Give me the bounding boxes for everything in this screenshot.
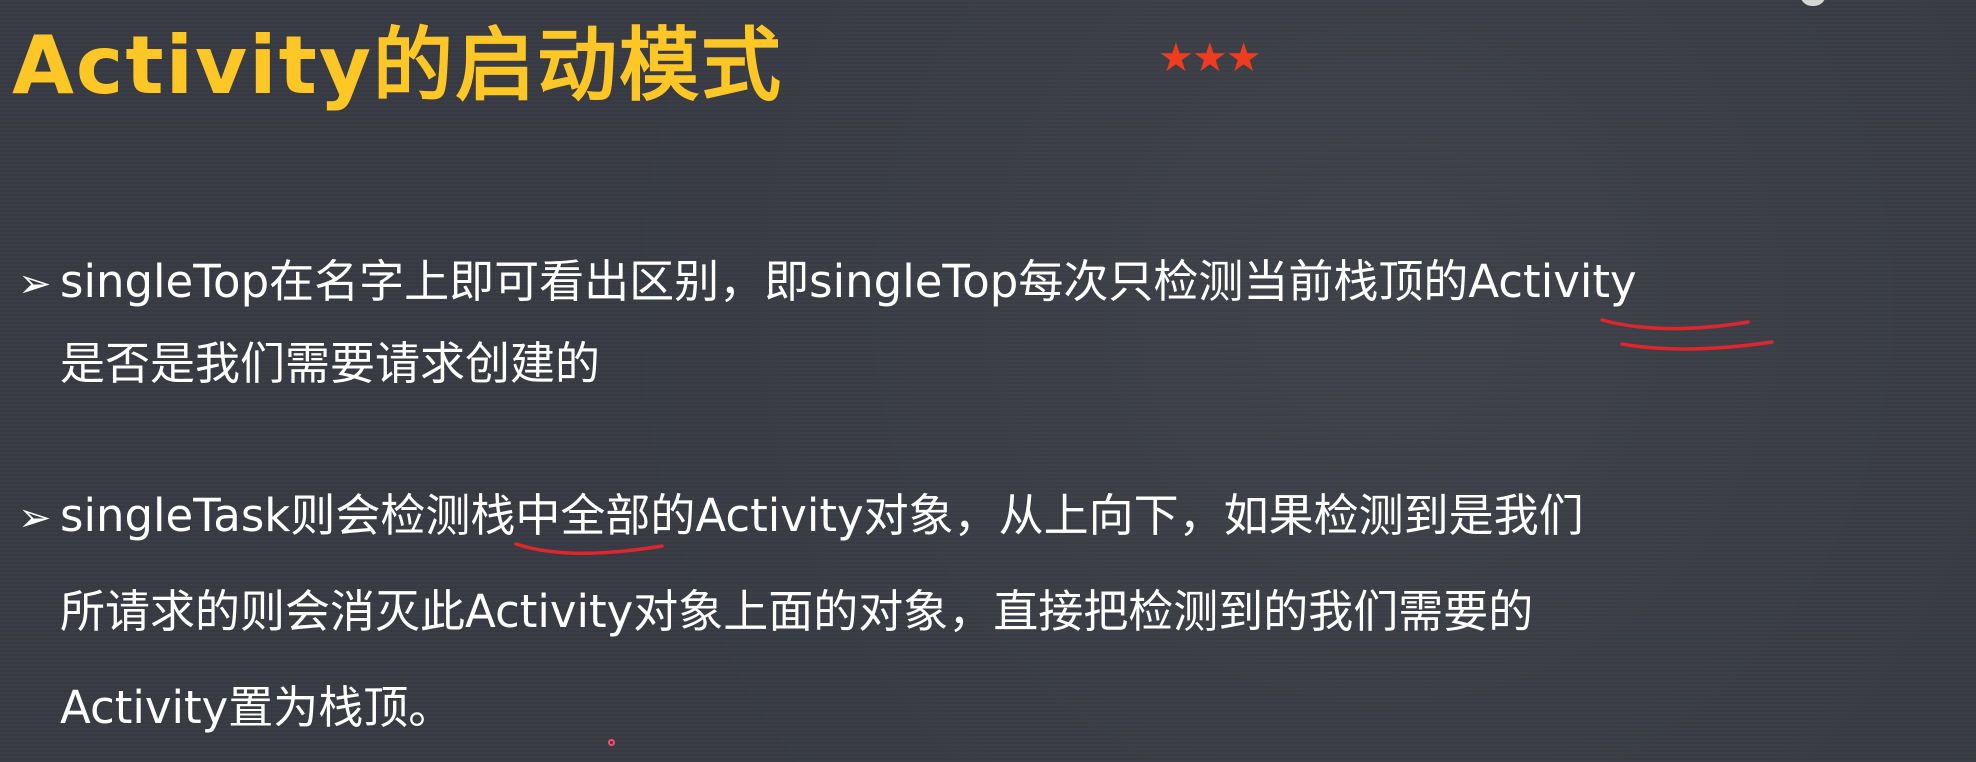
bullet-2-line-2: 所请求的则会消灭此Activity对象上面的对象，直接把检测到的我们需要的 xyxy=(18,564,1584,660)
bullet-1: ➢ singleTop在名字上即可看出区别，即singleTop每次只检测当前栈顶… xyxy=(18,234,1637,412)
bullet-1-text-line-1: singleTop在名字上即可看出区别，即singleTop每次只检测当前栈顶的… xyxy=(60,255,1637,308)
bullet-2-line-3: Activity置为栈顶。 xyxy=(18,660,1584,756)
bullet-2-text-line-1: singleTask则会检测栈中全部的Activity对象，从上向下，如果检测到… xyxy=(60,489,1584,542)
window-control-icon[interactable] xyxy=(1800,0,1826,6)
bullet-2: ➢ singleTask则会检测栈中全部的Activity对象，从上向下，如果检测… xyxy=(18,468,1584,756)
bullet-2-text-line-3: Activity置为栈顶。 xyxy=(60,681,454,734)
bullet-1-line-2: 是否是我们需要请求创建的 xyxy=(18,316,1637,412)
pointer-cursor-icon xyxy=(608,739,615,746)
bullet-1-text-line-2: 是否是我们需要请求创建的 xyxy=(60,337,601,390)
rating-stars: ★★★ xyxy=(1158,35,1262,81)
bullet-2-text-line-2: 所请求的则会消灭此Activity对象上面的对象，直接把检测到的我们需要的 xyxy=(60,585,1534,638)
arrow-bullet-icon: ➢ xyxy=(18,495,52,541)
slide-title: Activity的启动模式 xyxy=(12,19,783,112)
bullet-2-line-1: ➢ singleTask则会检测栈中全部的Activity对象，从上向下，如果检测… xyxy=(18,468,1584,564)
presentation-slide: Activity的启动模式 ★★★ ➢ singleTop在名字上即可看出区别，即… xyxy=(0,0,1976,762)
